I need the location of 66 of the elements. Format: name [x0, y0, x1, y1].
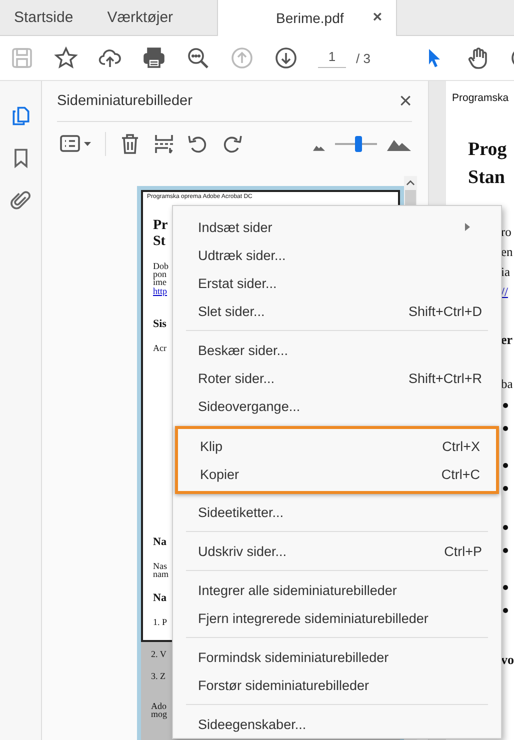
thumbnail-text: 2. V — [151, 650, 166, 658]
bullet-icon — [503, 548, 508, 553]
menu-item[interactable]: Udskriv sider... Ctrl+P — [173, 537, 501, 565]
menu-item[interactable]: Sideegenskaber... — [173, 710, 501, 738]
menu-item[interactable]: Klip Ctrl+X — [178, 432, 496, 460]
thumbnail-text: pon — [153, 270, 166, 278]
bullet-icon — [503, 486, 508, 491]
thumbnail-text: 1. P — [153, 618, 168, 626]
menu-item[interactable]: Indsæt sider — [173, 213, 501, 241]
tab[interactable]: Værktøjer — [87, 0, 218, 35]
tab[interactable]: Berime.pdf × — [217, 0, 398, 36]
menu-item[interactable]: Beskær sider... — [173, 336, 501, 364]
bullet-icon — [503, 426, 508, 431]
document-text: er — [501, 332, 513, 347]
thumbnail-text: Ado — [151, 702, 166, 710]
thumbnail-text: http — [153, 286, 168, 296]
printer-icon[interactable] — [142, 46, 166, 70]
menu-item[interactable]: Roter sider... Shift+Ctrl+R — [173, 364, 501, 392]
page-total: / 3 — [356, 50, 370, 66]
thumbnail-text: Dob — [153, 262, 168, 270]
document-text: ba — [501, 377, 513, 391]
thumbnail-text: St — [153, 234, 166, 250]
menu-item[interactable]: Formindsk sideminiaturebilleder — [173, 643, 501, 671]
document-text: vo — [501, 652, 514, 667]
thumbnail-text: Pr — [153, 218, 168, 234]
document-text: ro — [501, 225, 512, 239]
menu-item[interactable]: Erstat sider... — [173, 269, 501, 297]
magnifier-icon[interactable] — [186, 46, 210, 70]
document-title: Stan — [468, 166, 506, 190]
paperclip-icon[interactable] — [10, 189, 32, 211]
menu-item[interactable]: Integrer alle sideminiaturebilleder — [173, 576, 501, 604]
document-title: Prog — [468, 138, 508, 162]
document-text: ia — [501, 265, 510, 279]
star-icon[interactable] — [54, 46, 78, 70]
thumbnail-text: Na — [153, 592, 166, 604]
close-icon[interactable]: × — [399, 88, 412, 114]
menu-item[interactable]: Fjern integrerede sideminiaturebilleder — [173, 604, 501, 632]
thumbnail-text: mog — [151, 710, 168, 718]
bullet-icon — [503, 608, 508, 613]
thumbnail-text: Nas — [153, 562, 167, 570]
thumbnail-text: Na — [153, 536, 166, 548]
thumbnail-size-slider[interactable] — [335, 136, 377, 152]
small-mountain-icon — [313, 144, 325, 150]
bullet-icon — [503, 585, 508, 590]
bullet-icon — [503, 463, 508, 468]
scroll-up-icon[interactable] — [406, 180, 415, 186]
bullet-icon — [503, 403, 508, 408]
menu-item[interactable]: Sideovergange... — [173, 392, 501, 420]
menu-item[interactable]: Sideetiketter... — [173, 498, 501, 526]
tab[interactable]: Startside — [0, 0, 88, 35]
thumbnail-text: Acr — [153, 344, 166, 352]
bullet-icon — [503, 525, 508, 530]
menu-item[interactable]: Kopier Ctrl+C — [178, 460, 496, 488]
panel-title: Sideminiaturebilleder — [57, 93, 192, 109]
slider-thumb[interactable] — [355, 136, 362, 152]
menu-item[interactable]: Udtræk sider... — [173, 241, 501, 269]
extract-icon[interactable] — [152, 132, 176, 156]
menu-item[interactable]: Slet sider... Shift+Ctrl+D — [173, 297, 501, 325]
document-header: Programska — [451, 91, 510, 104]
thumbnail-text: ime — [153, 278, 166, 286]
close-icon[interactable]: × — [372, 9, 382, 27]
thumbnail-text: Sis — [153, 318, 166, 330]
menu-item[interactable]: Forstør sideminiaturebilleder — [173, 671, 501, 699]
thumbnail-text: 3. Z — [151, 672, 166, 680]
thumbnail-text: nam — [153, 570, 168, 578]
page-number-field[interactable]: 1 — [318, 48, 346, 68]
